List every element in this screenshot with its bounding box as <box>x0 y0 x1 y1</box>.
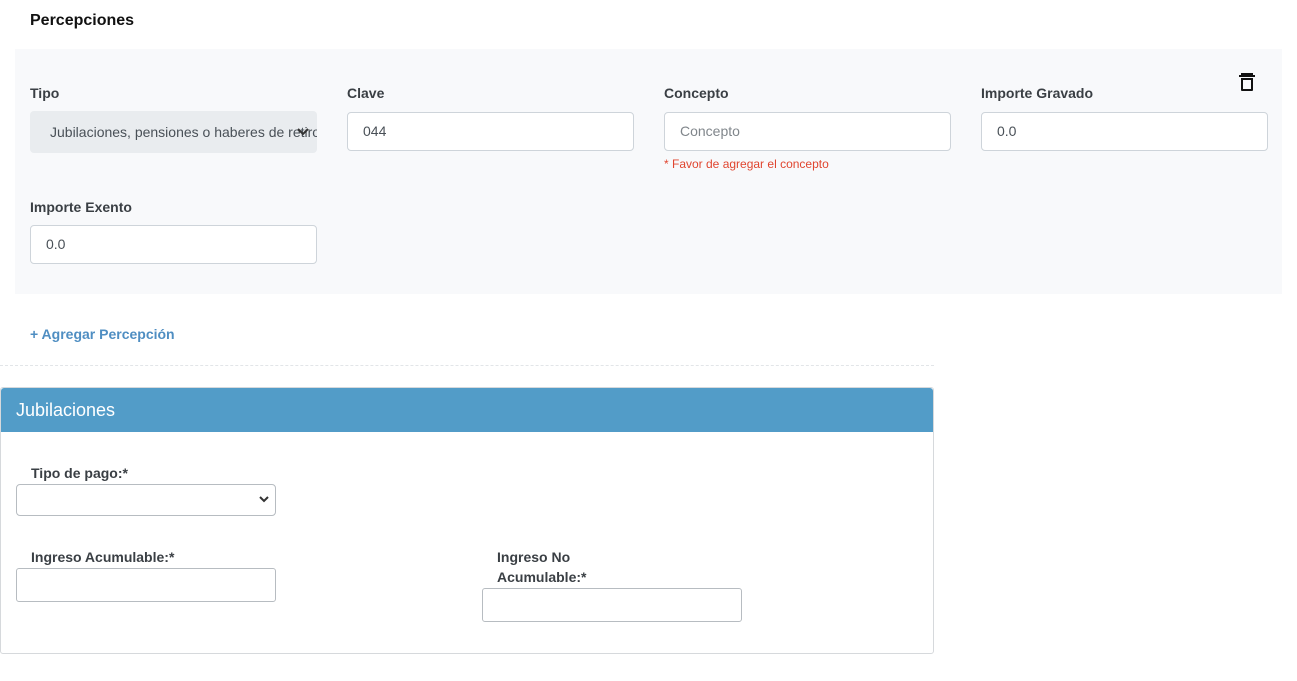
jubilaciones-card: Jubilaciones <box>0 387 934 654</box>
ingreso-acumulable-input[interactable] <box>16 568 276 602</box>
importe-exento-label: Importe Exento <box>30 199 132 215</box>
concepto-label: Concepto <box>664 85 729 101</box>
tipo-select-value: Jubilaciones, pensiones o haberes de ret… <box>50 124 317 140</box>
importe-gravado-input[interactable]: 0.0 <box>981 112 1268 151</box>
tipo-label: Tipo <box>30 85 60 101</box>
chevron-down-icon <box>257 485 271 515</box>
jubilaciones-card-header: Jubilaciones <box>1 388 933 432</box>
divider <box>0 365 934 366</box>
importe-gravado-label: Importe Gravado <box>981 85 1094 101</box>
section-title-percepciones: Percepciones <box>30 12 135 29</box>
concepto-input[interactable]: Concepto <box>664 112 951 151</box>
clave-input[interactable]: 044 <box>347 112 634 151</box>
ingreso-no-acumulable-label-line2: Acumulable:* <box>497 569 587 585</box>
clave-label: Clave <box>347 85 385 101</box>
tipo-select[interactable]: Jubilaciones, pensiones o haberes de ret… <box>30 111 317 153</box>
importe-exento-input[interactable]: 0.0 <box>30 225 317 264</box>
tipo-pago-label: Tipo de pago:* <box>31 465 128 481</box>
ingreso-acumulable-label: Ingreso Acumulable:* <box>31 549 175 565</box>
tipo-pago-select[interactable] <box>16 484 276 516</box>
chevron-down-icon <box>295 111 311 153</box>
ingreso-no-acumulable-input[interactable] <box>482 588 742 622</box>
concepto-error-message: * Favor de agregar el concepto <box>664 157 829 171</box>
add-percepcion-link[interactable]: + Agregar Percepción <box>30 326 175 342</box>
ingreso-no-acumulable-label-line1: Ingreso No <box>497 549 571 565</box>
trash-icon[interactable] <box>1238 72 1256 92</box>
